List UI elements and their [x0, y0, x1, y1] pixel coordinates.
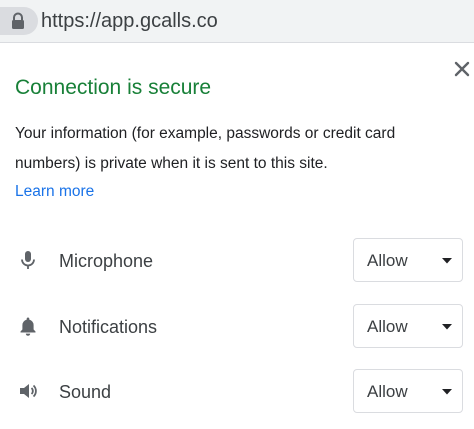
permission-row-microphone: Microphone Allow — [0, 238, 474, 284]
bell-icon — [20, 317, 36, 336]
caret-down-icon — [442, 389, 452, 395]
close-icon — [454, 61, 470, 77]
permission-label: Microphone — [59, 251, 154, 271]
permission-label: Notifications — [59, 317, 158, 337]
select-value: Allow — [367, 382, 408, 401]
permission-select-microphone[interactable]: Allow — [353, 238, 463, 282]
site-info-button[interactable] — [0, 7, 38, 35]
address-bar: https://app.gcalls.co — [0, 0, 474, 43]
permission-row-notifications: Notifications Allow — [0, 304, 474, 350]
permission-select-notifications[interactable]: Allow — [353, 304, 463, 348]
learn-more-link[interactable]: Learn more — [15, 181, 94, 203]
permission-select-sound[interactable]: Allow — [353, 369, 463, 413]
caret-down-icon — [442, 258, 452, 264]
microphone-icon — [21, 251, 35, 269]
connection-status-title: Connection is secure — [15, 76, 212, 99]
url-text[interactable]: https://app.gcalls.co — [41, 9, 218, 33]
permission-label: Sound — [59, 382, 112, 402]
lock-icon — [12, 12, 24, 29]
connection-description: Your information (for example, passwords… — [15, 125, 396, 172]
permission-row-sound: Sound Allow — [0, 369, 474, 415]
caret-down-icon — [442, 324, 452, 330]
speaker-icon — [20, 384, 37, 398]
site-info-popup: Connection is secure Your information (f… — [0, 43, 474, 429]
select-value: Allow — [367, 317, 408, 336]
close-button[interactable] — [452, 59, 472, 79]
select-value: Allow — [367, 251, 408, 270]
